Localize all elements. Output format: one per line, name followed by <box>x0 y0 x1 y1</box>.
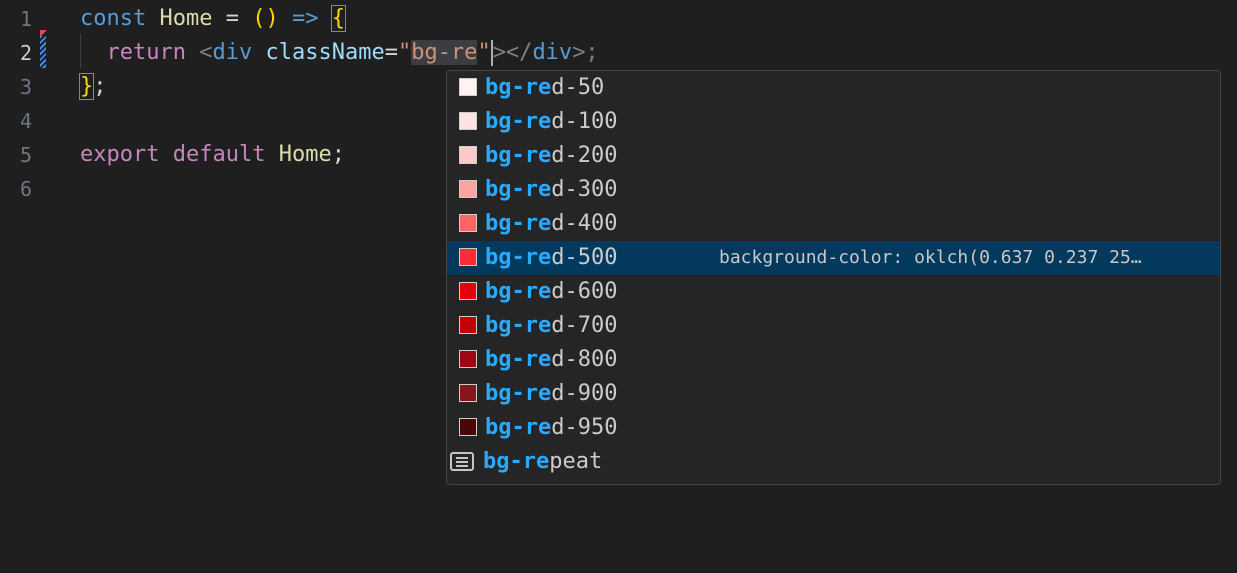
line-number: 6 <box>19 177 32 201</box>
suggestion-match: bg-re <box>485 75 552 100</box>
typed-class-text: bg-re <box>411 40 478 65</box>
tag-name-div-close: div <box>532 40 573 65</box>
color-swatch-icon <box>459 180 477 198</box>
color-swatch-icon <box>459 146 477 164</box>
color-swatch-icon <box>459 214 477 232</box>
suggestion-item[interactable]: bg-red-600 <box>447 275 1220 309</box>
string-quote-close: " <box>477 40 491 65</box>
suggestion-rest: d-50 <box>551 75 605 100</box>
arrow-operator: => <box>278 6 319 31</box>
line-number: 5 <box>19 143 32 167</box>
code-editor[interactable]: 1 2 3 4 5 6 const Home = () => { return … <box>0 0 1237 573</box>
color-swatch-icon <box>459 418 477 436</box>
color-swatch-icon <box>459 78 477 96</box>
suggestion-match: bg-re <box>485 313 552 338</box>
suggestion-rest: peat <box>549 449 603 474</box>
tag-name-div: div <box>212 40 253 65</box>
suggestion-rest: d-200 <box>551 143 618 168</box>
identifier-home: Home <box>159 6 213 31</box>
keyword-const: const <box>80 6 147 31</box>
suggestion-rest: d-700 <box>551 313 618 338</box>
identifier-home: Home <box>278 142 332 167</box>
suggestion-match: bg-re <box>485 177 552 202</box>
line-number-active: 2 <box>19 41 32 65</box>
suggestion-rest: d-300 <box>551 177 618 202</box>
line-number: 3 <box>19 75 32 99</box>
suggestion-rest: d-400 <box>551 211 618 236</box>
line-number-gutter: 1 2 3 4 5 6 <box>0 0 60 573</box>
code-line-1[interactable]: const Home = () => { <box>80 2 346 36</box>
suggestion-rest: d-600 <box>551 279 618 304</box>
code-line-2[interactable]: return <div className="bg-re"></div>; <box>80 36 599 70</box>
suggestion-match: bg-re <box>485 415 552 440</box>
suggestion-match: bg-re <box>485 211 552 236</box>
suggestion-rest: d-800 <box>551 347 618 372</box>
suggestion-detail: background-color: oklch(0.637 0.237 25… <box>719 247 1142 268</box>
semicolon: ; <box>331 142 345 167</box>
color-swatch-icon <box>459 316 477 334</box>
tag-close-end: >; <box>572 40 599 65</box>
suggestion-rest: d-900 <box>551 381 618 406</box>
suggestion-rest: d-100 <box>551 109 618 134</box>
color-swatch-icon <box>459 248 477 266</box>
suggestion-rest: d-950 <box>551 415 618 440</box>
color-swatch-icon <box>459 112 477 130</box>
suggestion-item[interactable]: bg-red-100 <box>447 105 1220 139</box>
open-brace: { <box>330 5 346 32</box>
suggestion-item[interactable]: bg-red-50 <box>447 71 1220 105</box>
keyword-default: default <box>172 142 266 167</box>
suggestion-item[interactable]: bg-red-200 <box>447 139 1220 173</box>
suggestion-item[interactable]: bg-red-900 <box>447 377 1220 411</box>
parens: () <box>252 6 279 31</box>
suggestion-item[interactable]: bg-red-950 <box>447 411 1220 445</box>
autocomplete-suggest-widget[interactable]: bg-red-50 bg-red-100 bg-red-200 bg-red-3… <box>446 70 1221 485</box>
tag-close-open: ></ <box>492 40 533 65</box>
suggestion-item[interactable]: bg-repeat <box>447 445 1220 479</box>
attr-equals: = <box>384 40 398 65</box>
suggestion-match: bg-re <box>485 279 552 304</box>
close-brace: } <box>78 73 95 100</box>
attr-classname: className <box>265 40 385 65</box>
code-line-5[interactable]: export default Home; <box>80 138 345 172</box>
suggestion-match: bg-re <box>485 245 552 270</box>
operator-equals: = <box>212 6 253 31</box>
suggestion-match: bg-re <box>485 381 552 406</box>
suggestion-item[interactable]: bg-red-700 <box>447 309 1220 343</box>
semicolon: ; <box>93 74 107 99</box>
color-swatch-icon <box>459 384 477 402</box>
suggestion-match: bg-re <box>483 449 550 474</box>
string-quote-open: " <box>397 40 412 65</box>
text-snippet-icon <box>450 452 474 471</box>
suggestion-rest: d-500 <box>551 245 618 270</box>
suggestion-match: bg-re <box>485 143 552 168</box>
suggestion-item[interactable]: bg-red-300 <box>447 173 1220 207</box>
keyword-export: export <box>80 142 160 167</box>
suggestion-item[interactable]: bg-red-800 <box>447 343 1220 377</box>
line-number: 4 <box>19 109 32 133</box>
suggestion-match: bg-re <box>485 347 552 372</box>
tag-open-bracket: < <box>199 40 213 65</box>
line-number: 1 <box>19 7 32 31</box>
color-swatch-icon <box>459 282 477 300</box>
suggestion-item-selected[interactable]: bg-red-500 background-color: oklch(0.637… <box>447 241 1220 275</box>
color-swatch-icon <box>459 350 477 368</box>
keyword-return: return <box>106 40 186 65</box>
code-line-3[interactable]: }; <box>78 70 107 104</box>
modified-line-indicator[interactable] <box>40 36 46 68</box>
suggestion-item[interactable]: bg-red-400 <box>447 207 1220 241</box>
suggestion-match: bg-re <box>485 109 552 134</box>
